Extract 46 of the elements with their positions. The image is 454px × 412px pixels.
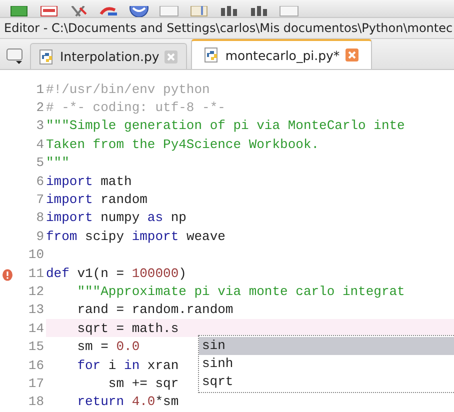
code-line: """Approximate pi via monte carlo integrat	[76, 284, 405, 299]
editor-tab[interactable]: montecarlo_pi.py*	[191, 39, 372, 69]
python-file-icon	[39, 48, 55, 64]
line-number: 15	[28, 339, 44, 354]
tab-label: montecarlo_pi.py*	[225, 48, 340, 62]
line-number: 4	[36, 136, 44, 152]
code-line: sm += sqr	[107, 376, 179, 391]
line-number: 3	[36, 118, 44, 134]
line-number: 12	[28, 284, 44, 299]
tab-label: Interpolation.py	[60, 49, 160, 64]
line-number: 8	[36, 210, 44, 226]
close-icon[interactable]	[344, 48, 359, 62]
line-number: 7	[36, 192, 44, 208]
line-number: 11	[28, 266, 44, 281]
code-line: from scipy import weave	[46, 228, 226, 244]
editor-tab[interactable]: Interpolation.py	[30, 43, 188, 69]
line-number: 13	[28, 302, 44, 318]
code-line: import math	[46, 174, 132, 189]
code-line: import numpy as np	[46, 210, 186, 226]
line-number: 18	[28, 394, 44, 410]
code-line: rand = random.random	[76, 302, 234, 318]
line-number: 17	[28, 376, 44, 391]
code-line: import random	[46, 192, 148, 208]
completion-item[interactable]: sin	[199, 337, 454, 355]
completion-item[interactable]: sinh	[199, 355, 454, 373]
line-number: 1	[36, 82, 44, 97]
completion-item[interactable]: sqrt	[199, 373, 454, 391]
line-number: 14	[28, 320, 44, 336]
code-line: sqrt = math.s	[76, 320, 179, 336]
code-line: def v1(n = 100000)	[46, 266, 186, 281]
line-number: 2	[36, 100, 44, 116]
code-line: sm = 0.0	[76, 339, 140, 354]
python-file-icon	[204, 47, 220, 63]
window-title: Editor - C:\Documents and Settings\carlos\Mis documentos\Python\montec	[0, 18, 454, 39]
code-line: return 4.0*sm	[76, 394, 179, 410]
line-number: 5	[36, 155, 44, 170]
code-line: """Simple generation of pi via MonteCarlo inte	[46, 118, 405, 134]
code-line: # -*- coding: utf-8 -*-	[46, 100, 226, 116]
code-line: #!/usr/bin/env python	[46, 82, 210, 97]
line-number: 9	[36, 228, 44, 244]
line-number: 16	[28, 358, 44, 373]
line-number: 6	[36, 174, 44, 189]
line-number: 10	[28, 247, 44, 262]
code-line: Taken from the Py4Science Workbook.	[46, 136, 320, 152]
code-line: """	[46, 155, 70, 170]
code-line: for i in xran	[76, 358, 179, 373]
